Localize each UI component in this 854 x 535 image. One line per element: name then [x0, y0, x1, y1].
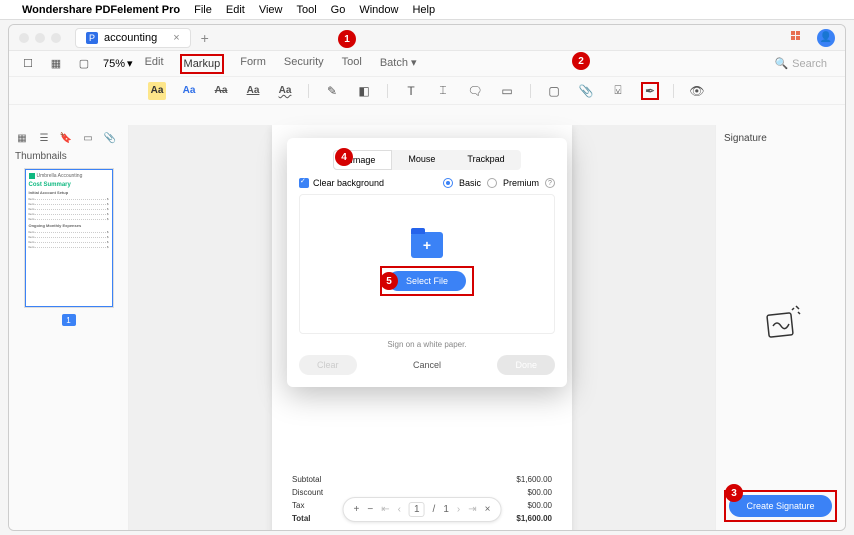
first-page-icon[interactable]: ⇤	[381, 504, 389, 515]
cancel-button[interactable]: Cancel	[413, 360, 441, 370]
table-row: Subtotal$1,600.00	[292, 473, 552, 486]
sidebar-toggle-icon[interactable]: ☐	[19, 55, 37, 73]
basic-label: Basic	[459, 178, 481, 188]
pdf-icon: P	[86, 32, 98, 44]
search-box[interactable]: 🔍 Search	[766, 55, 835, 72]
last-page-icon[interactable]: ⇥	[468, 504, 476, 515]
next-page-icon[interactable]: ›	[457, 504, 460, 515]
traffic-lights[interactable]	[19, 33, 61, 43]
document-tab[interactable]: P accounting ×	[75, 28, 191, 48]
premium-radio[interactable]	[487, 178, 497, 188]
clear-button[interactable]: Clear	[299, 355, 357, 375]
tab-batch[interactable]: Batch ▾	[378, 54, 419, 74]
underline-icon[interactable]: Aa	[244, 82, 262, 100]
macos-menubar: Wondershare PDFelement Pro File Edit Vie…	[0, 0, 854, 20]
annotation-badge-3: 3	[725, 484, 743, 502]
menu-window[interactable]: Window	[359, 4, 398, 16]
tab-edit[interactable]: Edit	[143, 54, 166, 74]
area-highlight-icon[interactable]: ▭	[498, 82, 516, 100]
zoom-in-button[interactable]: +	[354, 504, 360, 515]
search-icon: 🔍	[774, 57, 788, 70]
new-tab-button[interactable]: +	[201, 30, 209, 46]
menu-view[interactable]: View	[259, 4, 283, 16]
user-avatar[interactable]: 👤	[817, 29, 835, 47]
stamp-icon[interactable]: ⍌	[609, 82, 627, 100]
document-tab-title: accounting	[104, 32, 157, 44]
zoom-out-button[interactable]: −	[367, 504, 373, 515]
folder-plus-icon: +	[411, 232, 443, 258]
shape-rect-icon[interactable]: ▢	[545, 82, 563, 100]
page-navigation: + − ⇤ ‹ 1 / 1 › ⇥ ×	[343, 497, 502, 522]
annotations-panel-icon[interactable]: ▭	[81, 131, 95, 145]
note-icon[interactable]: 🗨	[466, 82, 484, 100]
clear-background-label: Clear background	[313, 178, 384, 188]
main-toolbar: ☐ ▦ ▢ 75% ▾ Edit Markup Form Security To…	[9, 51, 845, 77]
help-icon[interactable]: ?	[545, 178, 555, 188]
annotation-badge-2: 2	[572, 52, 590, 70]
pencil-icon[interactable]: ✎	[323, 82, 341, 100]
eraser-icon[interactable]: ◧	[355, 82, 373, 100]
markup-toolbar: Aa Aa Aa Aa Aa ✎ ◧ T ⌶ 🗨 ▭ ▢ 📎 ⍌ ✒ 👁	[9, 77, 845, 105]
chevron-down-icon: ▾	[127, 57, 133, 70]
strikethrough-icon[interactable]: Aa	[212, 82, 230, 100]
page-total: 1	[443, 504, 449, 515]
menu-tool[interactable]: Tool	[296, 4, 316, 16]
annotation-badge-4: 4	[335, 148, 353, 166]
right-panel: Signature Create Signature	[715, 125, 845, 530]
attachment-icon[interactable]: 📎	[577, 82, 595, 100]
titlebar: P accounting × + 👤	[9, 25, 845, 51]
page-separator: /	[433, 504, 436, 515]
outline-panel-icon[interactable]: ☰	[37, 131, 51, 145]
left-panel-title: Thumbnails	[15, 151, 122, 162]
thumbnails-panel-icon[interactable]: ▦	[15, 131, 29, 145]
annotation-badge-5: 5	[380, 272, 398, 290]
squiggly-icon[interactable]: Aa	[276, 82, 294, 100]
apps-grid-icon[interactable]	[791, 31, 805, 45]
signature-illustration-icon	[756, 300, 806, 344]
signature-icon[interactable]: ✒	[641, 82, 659, 100]
annotation-badge-1: 1	[338, 30, 356, 48]
menu-file[interactable]: File	[194, 4, 212, 16]
right-panel-title: Signature	[724, 133, 837, 144]
premium-label: Premium	[503, 178, 539, 188]
menu-edit[interactable]: Edit	[226, 4, 245, 16]
segment-trackpad[interactable]: Trackpad	[451, 150, 520, 170]
bookmark-panel-icon[interactable]: 🔖	[59, 131, 73, 145]
segment-mouse[interactable]: Mouse	[392, 150, 451, 170]
close-tab-icon[interactable]: ×	[173, 32, 179, 44]
thumbnails-view-icon[interactable]: ▦	[47, 55, 65, 73]
hide-annotations-icon[interactable]: 👁	[688, 82, 706, 100]
signature-hint: Sign on a white paper.	[299, 340, 555, 349]
menu-help[interactable]: Help	[412, 4, 435, 16]
tab-security[interactable]: Security	[282, 54, 326, 74]
page-input[interactable]: 1	[409, 502, 425, 517]
close-nav-button[interactable]: ×	[485, 504, 491, 515]
done-button[interactable]: Done	[497, 355, 555, 375]
zoom-value: 75%	[103, 58, 125, 70]
page-thumbnail[interactable]: Umbrella Accounting Cost Summary Initial…	[24, 168, 114, 308]
attachments-panel-icon[interactable]: 📎	[103, 131, 117, 145]
text-callout-icon[interactable]: ⌶	[434, 82, 452, 100]
text-color-icon[interactable]: Aa	[180, 82, 198, 100]
app-name[interactable]: Wondershare PDFelement Pro	[22, 4, 180, 16]
tab-markup[interactable]: Markup	[180, 54, 225, 74]
select-file-button[interactable]: Select File	[388, 271, 466, 291]
page-number-badge: 1	[62, 314, 76, 326]
signature-dialog: Image Mouse Trackpad Clear background Ba…	[287, 138, 567, 387]
zoom-dropdown[interactable]: 75% ▾	[103, 57, 133, 70]
create-signature-button[interactable]: Create Signature	[729, 495, 832, 517]
textbox-icon[interactable]: T	[402, 82, 420, 100]
prev-page-icon[interactable]: ‹	[398, 504, 401, 515]
tab-tool[interactable]: Tool	[340, 54, 364, 74]
image-drop-zone[interactable]: + Select File	[299, 194, 555, 334]
search-placeholder: Search	[792, 58, 827, 70]
tab-form[interactable]: Form	[238, 54, 268, 74]
clear-background-checkbox[interactable]	[299, 178, 309, 188]
highlight-icon[interactable]: Aa	[148, 82, 166, 100]
menu-go[interactable]: Go	[331, 4, 346, 16]
basic-radio[interactable]	[443, 178, 453, 188]
page-view-icon[interactable]: ▢	[75, 55, 93, 73]
left-panel: ▦ ☰ 🔖 ▭ 📎 Thumbnails Umbrella Accounting…	[9, 125, 129, 530]
